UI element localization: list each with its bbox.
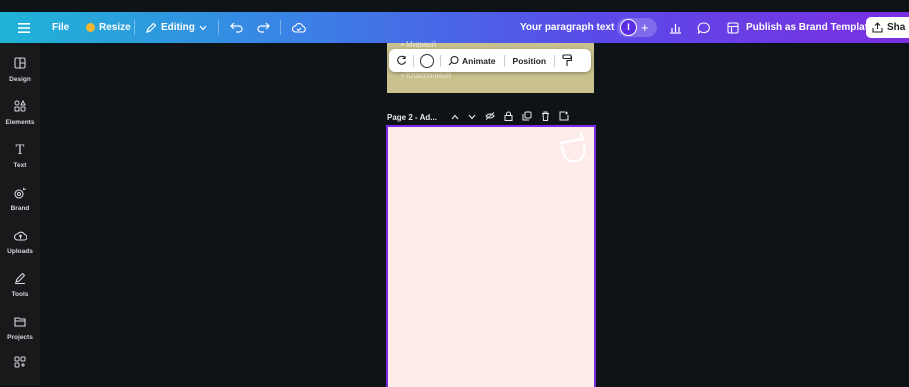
animate-button[interactable]: Animate — [448, 55, 496, 66]
animate-icon — [448, 55, 459, 66]
delete-page-button[interactable] — [541, 111, 550, 123]
resize-label: Resize — [99, 22, 131, 33]
plus-icon: + — [641, 20, 649, 35]
hamburger-icon — [18, 22, 30, 33]
divider — [280, 20, 281, 35]
pencil-icon — [146, 22, 157, 33]
duplicate-icon — [522, 111, 532, 121]
share-label: Sha — [887, 22, 906, 33]
undo-button[interactable] — [230, 12, 243, 43]
editing-label: Editing — [161, 22, 195, 33]
position-button[interactable]: Position — [513, 56, 547, 66]
add-collaborator-button[interactable]: + — [641, 12, 649, 43]
cloud-save-button[interactable] — [292, 12, 306, 43]
divider — [554, 54, 556, 67]
text-icon: T — [15, 143, 25, 158]
floating-toolbar: Animate Position — [389, 49, 591, 72]
elements-icon — [0, 99, 40, 116]
faded-bullet-text: • Мирный — [401, 40, 437, 49]
duplicate-page-button[interactable] — [522, 111, 532, 123]
insights-button[interactable] — [669, 12, 682, 43]
brand-icon — [0, 186, 40, 202]
sidebar-item-apps[interactable] — [0, 356, 40, 372]
chevron-up-icon — [451, 114, 459, 119]
cloud-check-icon — [292, 23, 306, 33]
faded-bullet-text: • Классичный — [401, 71, 452, 80]
divider — [440, 54, 441, 67]
undo-icon — [230, 22, 243, 33]
page-2-header: Page 2 - Ad... — [387, 110, 594, 124]
menu-button[interactable] — [18, 12, 30, 43]
add-page-button[interactable] — [559, 111, 569, 123]
design-title-label: Your paragraph text — [520, 22, 615, 33]
apps-icon — [0, 356, 40, 372]
sidebar-item-label: Design — [9, 76, 31, 83]
lock-page-button[interactable] — [504, 111, 513, 123]
decorative-sketch-icon — [558, 131, 586, 163]
design-title[interactable]: Your paragraph text — [520, 12, 614, 43]
sidebar-item-uploads[interactable]: Uploads — [0, 229, 40, 255]
projects-icon — [0, 315, 40, 331]
color-swatch-button[interactable] — [420, 53, 434, 68]
divider — [413, 54, 414, 67]
sidebar-item-elements[interactable]: Elements — [0, 99, 40, 126]
file-label: File — [52, 22, 70, 33]
rotate-button[interactable] — [396, 55, 407, 66]
sidebar-item-brand[interactable]: Brand — [0, 186, 40, 212]
publish-label: Publish as Brand Template — [746, 22, 874, 33]
editing-mode-button[interactable]: Editing — [145, 12, 207, 43]
position-label: Position — [512, 55, 547, 66]
resize-dot-icon — [86, 23, 95, 32]
sidebar-item-design[interactable]: Design — [0, 57, 40, 83]
sidebar-item-tools[interactable]: Tools — [0, 272, 40, 298]
divider — [134, 20, 135, 35]
uploads-icon — [0, 229, 40, 245]
template-icon — [727, 21, 739, 34]
share-button[interactable]: Sha — [866, 17, 909, 38]
move-page-down-button[interactable] — [468, 113, 476, 122]
top-toolbar: File Resize Editing Your paragraph text — [0, 12, 909, 43]
sidebar-item-label: Elements — [5, 119, 35, 126]
tools-icon — [0, 272, 40, 288]
refresh-icon — [397, 55, 407, 65]
redo-button[interactable] — [257, 12, 270, 43]
resize-button[interactable]: Resize — [86, 12, 131, 43]
sidebar-item-label: Tools — [11, 291, 29, 298]
trash-icon — [541, 111, 549, 121]
sidebar-item-label: Uploads — [7, 248, 33, 255]
bar-chart-icon — [670, 23, 681, 34]
animate-label: Animate — [462, 55, 496, 66]
comments-button[interactable] — [697, 12, 710, 43]
collaborator-avatar[interactable]: I — [620, 12, 637, 43]
sidebar-item-text[interactable]: T Text — [0, 143, 40, 169]
sidebar-item-projects[interactable]: Projects — [0, 315, 40, 341]
avatar-icon: I — [620, 19, 637, 36]
share-upload-icon — [872, 22, 883, 33]
lock-icon — [504, 111, 513, 121]
divider — [503, 54, 505, 67]
sidebar-item-label: Brand — [10, 205, 30, 212]
left-sidebar: Design Elements T Text Brand Uploads Too… — [0, 43, 40, 385]
chevron-down-icon — [199, 25, 207, 30]
design-icon — [0, 57, 40, 73]
file-menu[interactable]: File — [52, 12, 69, 43]
page-2-title[interactable]: Page 2 - Ad... — [387, 113, 437, 122]
sidebar-item-label: Text — [13, 162, 27, 169]
redo-icon — [257, 22, 270, 33]
add-page-icon — [559, 111, 569, 121]
eye-off-icon — [485, 112, 495, 120]
chevron-down-icon — [468, 114, 476, 119]
hide-page-button[interactable] — [485, 112, 495, 122]
page-2-canvas[interactable] — [386, 125, 596, 387]
sidebar-item-label: Projects — [7, 334, 33, 341]
copy-style-button[interactable] — [562, 54, 573, 67]
publish-brand-template-button[interactable]: Publish as Brand Template — [727, 12, 874, 43]
move-page-up-button[interactable] — [451, 113, 459, 122]
paint-roller-icon — [562, 54, 573, 66]
comment-icon — [697, 21, 710, 34]
divider — [218, 20, 219, 35]
